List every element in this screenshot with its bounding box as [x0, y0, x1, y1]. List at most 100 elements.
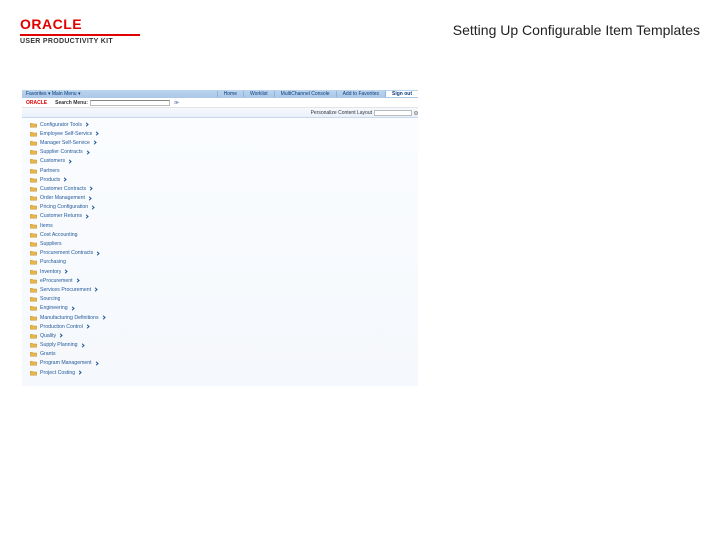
folder-icon — [30, 324, 37, 330]
menu-item-label: Procurement Contracts — [40, 250, 93, 256]
menu-item-label: Manufacturing Definitions — [40, 315, 99, 321]
page-title: Setting Up Configurable Item Templates — [453, 22, 700, 38]
menu-item[interactable]: Suppliers — [30, 239, 410, 248]
menu-item-label: Sourcing — [40, 296, 60, 302]
menu-item[interactable]: eProcurement — [30, 276, 410, 285]
menu-item-label: Inventory — [40, 269, 61, 275]
chevron-right-icon — [91, 205, 95, 209]
menu-item-label: Manager Self-Service — [40, 140, 90, 146]
menu-item[interactable]: Project Costing — [30, 368, 410, 377]
nav-favorites[interactable]: Add to Favorites — [336, 91, 385, 97]
nav-multichannel[interactable]: MultiChannel Console — [274, 91, 336, 97]
chevron-right-icon — [64, 269, 68, 273]
menu-item[interactable]: Manager Self-Service — [30, 138, 410, 147]
folder-icon — [30, 131, 37, 137]
personalize-bar: Personalize Content Layout — [22, 108, 418, 118]
menu-item[interactable]: Products — [30, 175, 410, 184]
personalize-input[interactable] — [374, 110, 412, 116]
menu-item[interactable]: Production Control — [30, 322, 410, 331]
personalize-label[interactable]: Personalize Content Layout — [311, 110, 372, 116]
folder-icon — [30, 149, 37, 155]
folder-icon — [30, 287, 37, 293]
menu-item-label: Engineering — [40, 305, 68, 311]
folder-icon — [30, 168, 37, 174]
menu-item-label: Program Management — [40, 360, 92, 366]
menu-item-label: Purchasing — [40, 259, 66, 265]
menu-item[interactable]: Items — [30, 221, 410, 230]
menu-item[interactable]: Cost Accounting — [30, 230, 410, 239]
upk-subtitle: USER PRODUCTIVITY KIT — [20, 34, 140, 45]
folder-icon — [30, 269, 37, 275]
chevron-right-icon — [93, 288, 97, 292]
menu-item-label: Order Management — [40, 195, 85, 201]
folder-icon — [30, 122, 37, 128]
nav-signout[interactable]: Sign out — [385, 91, 418, 97]
chevron-right-icon — [70, 306, 74, 310]
menu-item[interactable]: Engineering — [30, 304, 410, 313]
menu-item[interactable]: Customer Contracts — [30, 184, 410, 193]
oracle-logo: ORACLE — [20, 16, 140, 32]
search-label: Search Menu: — [51, 100, 88, 106]
menu-item[interactable]: Quality — [30, 331, 410, 340]
breadcrumb[interactable]: Favorites ▾ Main Menu ▾ — [22, 91, 80, 97]
menu-item[interactable]: Pricing Configuration — [30, 203, 410, 212]
menu-item[interactable]: Customer Returns — [30, 212, 410, 221]
page-header: ORACLE USER PRODUCTIVITY KIT Setting Up … — [20, 22, 700, 50]
chevron-right-icon — [85, 325, 89, 329]
menu-item[interactable]: Program Management — [30, 359, 410, 368]
menu-item[interactable]: Inventory — [30, 267, 410, 276]
menu-item-label: Project Costing — [40, 370, 75, 376]
menu-item-label: Quality — [40, 333, 56, 339]
menu-item[interactable]: Sourcing — [30, 295, 410, 304]
menu-item-label: Customer Returns — [40, 213, 82, 219]
folder-icon — [30, 370, 37, 376]
chevron-right-icon — [78, 371, 82, 375]
search-input[interactable] — [90, 100, 170, 106]
menu-item[interactable]: Procurement Contracts — [30, 249, 410, 258]
chevron-right-icon — [85, 150, 89, 154]
folder-icon — [30, 360, 37, 366]
menu-item[interactable]: Manufacturing Definitions — [30, 313, 410, 322]
menu-item[interactable]: Customers — [30, 157, 410, 166]
menu-item-label: Products — [40, 177, 60, 183]
folder-icon — [30, 223, 37, 229]
menu-item-label: Configurator Tools — [40, 122, 82, 128]
menu-item-label: Production Control — [40, 324, 83, 330]
folder-icon — [30, 259, 37, 265]
menu-item[interactable]: Employee Self-Service — [30, 129, 410, 138]
mini-logo: ORACLE — [22, 100, 51, 106]
app-window: Favorites ▾ Main Menu ▾ Home Worklist Mu… — [22, 90, 418, 386]
menu-item-label: Items — [40, 223, 53, 229]
folder-icon — [30, 351, 37, 357]
menu-item[interactable]: Order Management — [30, 194, 410, 203]
nav-worklist[interactable]: Worklist — [243, 91, 274, 97]
folder-icon — [30, 186, 37, 192]
menu-item[interactable]: Supply Planning — [30, 341, 410, 350]
menu-item[interactable]: Services Procurement — [30, 285, 410, 294]
menu-item[interactable]: Partners — [30, 166, 410, 175]
search-go-icon[interactable]: ≫ — [172, 100, 179, 106]
top-nav-bar: Favorites ▾ Main Menu ▾ Home Worklist Mu… — [22, 90, 418, 98]
chevron-right-icon — [96, 251, 100, 255]
menu-item-label: Suppliers — [40, 241, 62, 247]
menu-item-label: Customers — [40, 158, 65, 164]
menu-item[interactable]: Configurator Tools — [30, 120, 410, 129]
menu-item[interactable]: Purchasing — [30, 258, 410, 267]
personalize-go-icon[interactable] — [414, 111, 418, 115]
chevron-right-icon — [84, 122, 88, 126]
nav-home[interactable]: Home — [217, 91, 243, 97]
folder-icon — [30, 204, 37, 210]
menu-item-label: Partners — [40, 168, 60, 174]
menu-item[interactable]: Grants — [30, 350, 410, 359]
menu-item[interactable]: Supplier Contracts — [30, 148, 410, 157]
search-bar: ORACLE Search Menu: ≫ — [22, 98, 418, 108]
menu-panel: Configurator Tools Employee Self-Service… — [22, 118, 418, 386]
folder-icon — [30, 213, 37, 219]
folder-icon — [30, 140, 37, 146]
menu-item-label: Supply Planning — [40, 342, 78, 348]
folder-icon — [30, 232, 37, 238]
chevron-right-icon — [94, 361, 98, 365]
folder-icon — [30, 195, 37, 201]
logo-block: ORACLE USER PRODUCTIVITY KIT — [20, 16, 140, 45]
chevron-right-icon — [59, 334, 63, 338]
